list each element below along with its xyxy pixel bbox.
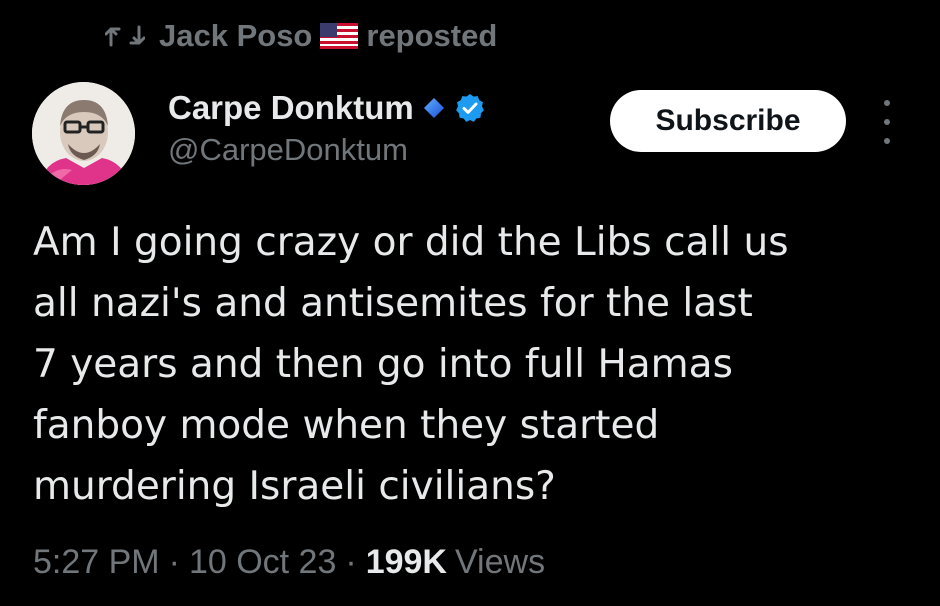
author-info: Carpe Donktum @CarpeDonktum — [168, 86, 486, 168]
repost-label[interactable]: Jack Poso reposted — [159, 18, 497, 54]
tweet-text: Am I going crazy or did the Libs call us… — [33, 212, 913, 517]
more-options-button[interactable] — [872, 100, 902, 144]
more-icon — [884, 119, 890, 125]
tweet-date[interactable]: 10 Oct 23 — [189, 543, 336, 582]
tweet-line: Am I going crazy or did the Libs call us — [33, 220, 789, 265]
meta-separator: · — [168, 543, 180, 581]
repost-header: Jack Poso reposted — [105, 14, 497, 58]
avatar[interactable] — [32, 82, 135, 185]
meta-separator: · — [345, 543, 357, 581]
reposter-name[interactable]: Jack Poso — [159, 18, 312, 54]
tweet-line: all nazi's and antisemites for the last — [33, 281, 753, 326]
tweet-meta: 5:27 PM · 10 Oct 23 · 199K Views — [33, 543, 545, 582]
author-name-row: Carpe Donktum — [168, 86, 486, 130]
us-flag-icon — [320, 23, 359, 49]
repost-action-label: reposted — [366, 18, 498, 53]
avatar-image — [32, 82, 135, 185]
views-label: Views — [454, 543, 546, 581]
tweet-time[interactable]: 5:27 PM — [33, 543, 160, 582]
verified-icon[interactable] — [454, 92, 486, 124]
more-icon — [884, 100, 890, 106]
tweet-line: 7 years and then go into full Hamas — [33, 342, 733, 387]
tweet-line: fanboy mode when they started — [33, 403, 660, 448]
repost-icon — [105, 25, 145, 47]
subscribe-button[interactable]: Subscribe — [610, 90, 846, 152]
author-display-name[interactable]: Carpe Donktum — [168, 89, 414, 127]
diamond-icon — [423, 98, 444, 118]
more-icon — [884, 138, 890, 144]
views-count[interactable]: 199K — [366, 543, 447, 582]
author-handle[interactable]: @CarpeDonktum — [168, 132, 486, 168]
tweet-line: murdering Israeli civilians? — [33, 464, 556, 509]
